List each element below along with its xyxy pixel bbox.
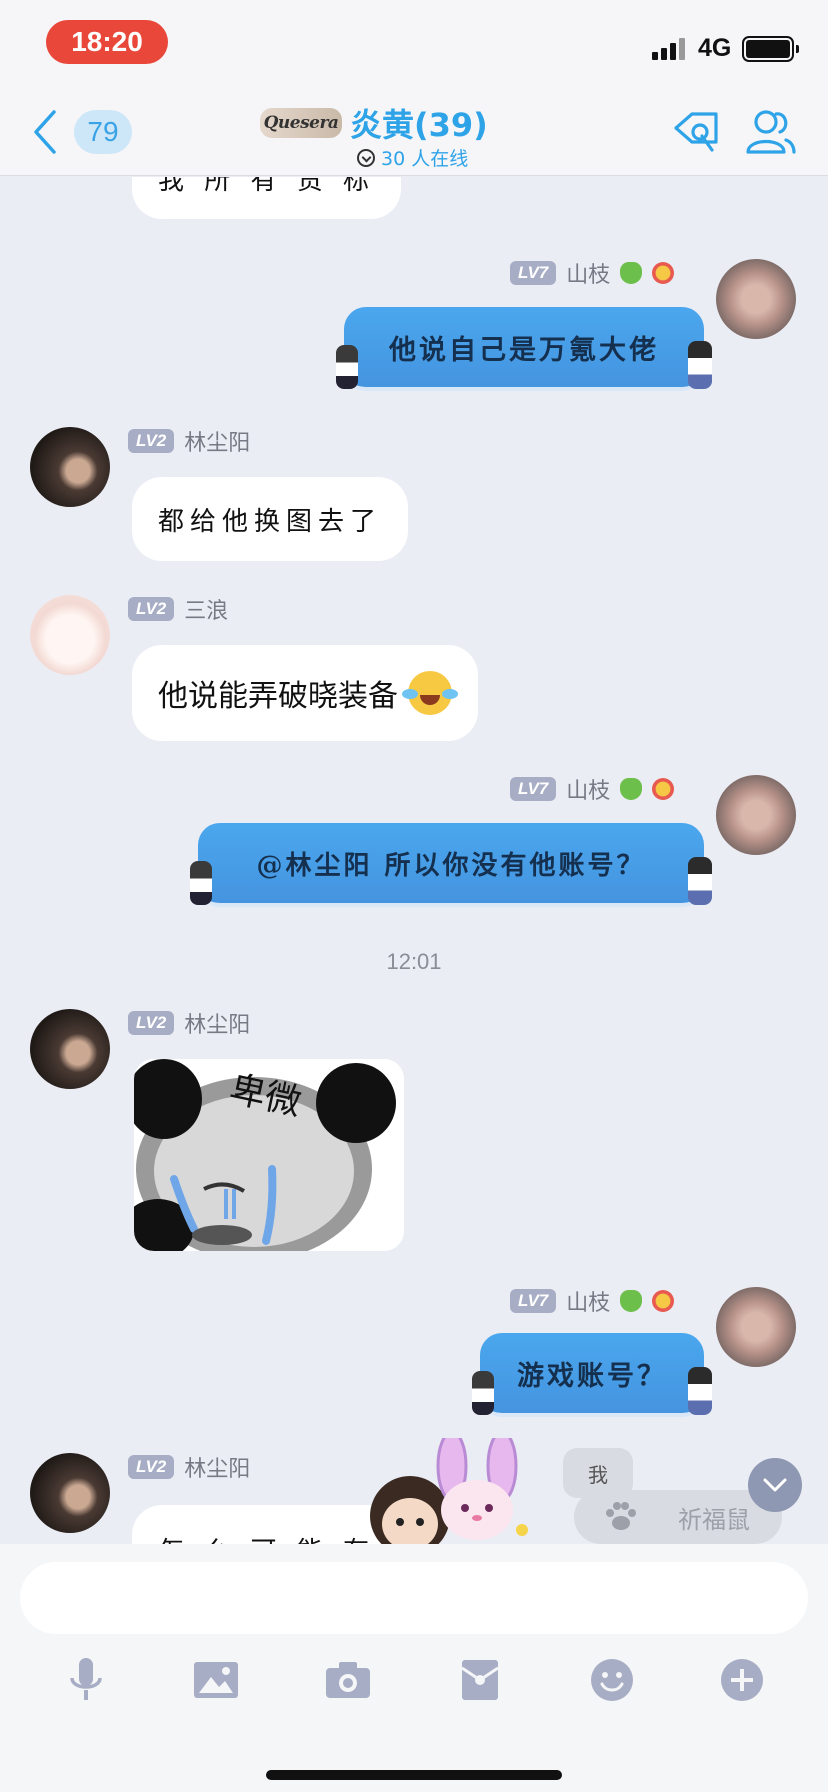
emoji-button[interactable] xyxy=(586,1654,638,1706)
level-badge: LV7 xyxy=(510,777,557,801)
message-meta: LV2 林尘阳 xyxy=(128,1451,250,1483)
people-icon xyxy=(746,110,796,154)
message-meta: LV2 林尘阳 xyxy=(128,425,250,457)
tag-icon xyxy=(674,112,718,152)
plus-icon xyxy=(721,1659,763,1701)
sender-name: 山枝 xyxy=(566,1291,611,1316)
message-meta: LV2 林尘阳 xyxy=(128,1007,250,1039)
avatar[interactable] xyxy=(30,427,110,507)
avatar[interactable] xyxy=(30,595,110,675)
message-bubble[interactable]: 游戏账号？ xyxy=(472,1333,712,1417)
online-status: 30 人在线 xyxy=(357,144,468,171)
flower-icon xyxy=(652,778,675,800)
red-packet-icon xyxy=(461,1660,499,1700)
camera-button[interactable] xyxy=(322,1654,374,1706)
leaf-icon xyxy=(620,778,643,800)
composer xyxy=(0,1544,828,1792)
message-text: 他说自己是万氪大佬 xyxy=(389,334,659,366)
chevron-down-icon xyxy=(763,1478,787,1492)
character-decoration xyxy=(472,1371,494,1415)
level-badge: LV2 xyxy=(128,597,175,621)
message-bubble[interactable]: 我 所 有 贯 标 xyxy=(132,177,402,219)
message-meta: LV7 山枝 xyxy=(510,1285,675,1317)
pet-mascot-illustration xyxy=(370,1430,528,1556)
pet-name: 祈福鼠 xyxy=(678,1505,750,1534)
message-input[interactable] xyxy=(20,1562,808,1634)
battery-icon xyxy=(742,36,799,62)
red-packet-button[interactable] xyxy=(454,1654,506,1706)
message-text: 他说能弄破晓装备 xyxy=(158,679,398,714)
level-badge: LV2 xyxy=(128,1011,175,1035)
message-text: @林尘阳 所以你没有他账号？ xyxy=(256,850,646,881)
avatar[interactable] xyxy=(716,259,796,339)
camera-icon xyxy=(326,1662,370,1698)
chevron-left-icon xyxy=(34,110,56,154)
avatar[interactable] xyxy=(716,1287,796,1367)
message-bubble[interactable]: 他说自己是万氪大佬 xyxy=(336,307,712,391)
home-indicator xyxy=(266,1770,562,1780)
unread-count-badge[interactable]: 79 xyxy=(74,110,132,154)
scroll-to-bottom-button[interactable] xyxy=(748,1458,802,1512)
message-bubble[interactable]: @林尘阳 所以你没有他账号？ xyxy=(190,823,712,907)
character-decoration xyxy=(688,857,712,905)
pet-mascot[interactable] xyxy=(360,1430,550,1556)
character-decoration xyxy=(688,1367,712,1415)
group-members-button[interactable] xyxy=(742,106,798,158)
message-bubble[interactable]: 都给他换图去了 xyxy=(132,477,409,561)
message-meta: LV7 山枝 xyxy=(510,257,675,289)
avatar[interactable] xyxy=(716,775,796,855)
chat-header: 79 Quesera 炎黄(39) 30 人在线 xyxy=(0,88,828,176)
more-button[interactable] xyxy=(716,1654,768,1706)
character-decoration xyxy=(336,345,358,389)
network-type: 4G xyxy=(698,34,732,62)
clock-time: 18:20 xyxy=(46,20,168,64)
timestamp: 12:01 xyxy=(386,949,442,974)
level-badge: LV7 xyxy=(510,261,557,285)
status-bar: 18:20 4G xyxy=(0,0,828,88)
level-badge: LV7 xyxy=(510,1289,557,1313)
message-text: 游戏账号？ xyxy=(517,1360,667,1392)
sender-name: 林尘阳 xyxy=(184,1013,251,1038)
signal-icon xyxy=(652,38,688,60)
sender-name: 林尘阳 xyxy=(184,1457,251,1482)
chevron-down-circle-icon xyxy=(357,148,375,167)
paw-icon xyxy=(606,1502,636,1530)
flower-icon xyxy=(652,1290,675,1312)
voice-button[interactable] xyxy=(60,1654,112,1706)
group-title: 炎黄(39) xyxy=(350,106,488,144)
group-title-area[interactable]: Quesera 炎黄(39) 30 人在线 xyxy=(260,98,580,171)
avatar[interactable] xyxy=(30,1453,110,1533)
microphone-icon xyxy=(70,1658,102,1700)
back-button[interactable] xyxy=(26,108,66,156)
message-list[interactable]: 我 所 有 贯 标 LV7 山枝 他说自己是万氪大佬 LV2 林尘阳 都给他换图… xyxy=(0,177,828,1544)
sender-name: 林尘阳 xyxy=(184,431,251,456)
group-tag-button[interactable] xyxy=(668,106,724,158)
avatar[interactable] xyxy=(30,1009,110,1089)
group-logo: Quesera xyxy=(260,108,342,138)
message-meta: LV7 山枝 xyxy=(510,773,675,805)
image-icon xyxy=(194,1662,238,1698)
leaf-icon xyxy=(620,262,643,284)
character-decoration xyxy=(688,341,712,389)
image-button[interactable] xyxy=(190,1654,242,1706)
level-badge: LV2 xyxy=(128,1455,175,1479)
character-decoration xyxy=(190,861,212,905)
laughing-crying-icon xyxy=(402,671,458,715)
sender-name: 山枝 xyxy=(566,779,611,804)
online-count-text: 30 人在线 xyxy=(381,148,469,170)
sender-name: 山枝 xyxy=(566,263,611,288)
level-badge: LV2 xyxy=(128,429,175,453)
emoji-icon xyxy=(591,1659,633,1701)
message-bubble[interactable]: 他说能弄破晓装备 xyxy=(132,645,478,741)
leaf-icon xyxy=(620,1290,643,1312)
flower-icon xyxy=(652,262,675,284)
sender-name: 三浪 xyxy=(184,599,229,624)
message-meta: LV2 三浪 xyxy=(128,593,228,625)
sticker-image[interactable]: 卑微 xyxy=(134,1059,404,1251)
